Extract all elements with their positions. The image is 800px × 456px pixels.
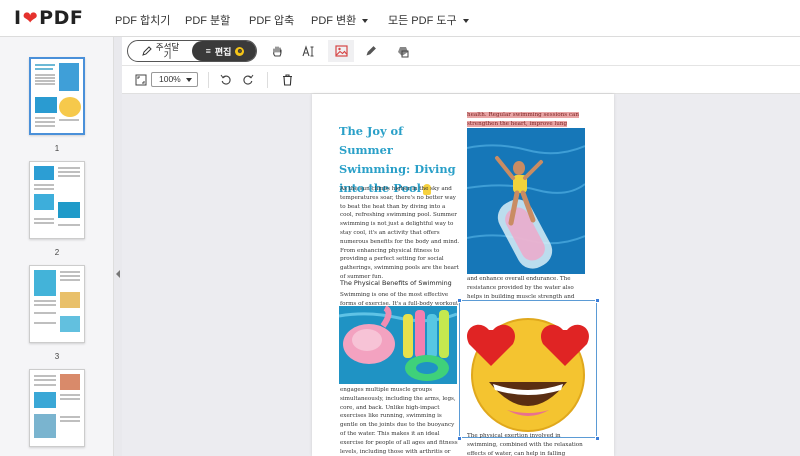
edit-toolbar: 주석달기 ≡ 편집 ☻ [122,37,800,66]
trash-icon [282,74,292,86]
fit-page-icon [135,74,147,86]
resize-handle-bottom-right[interactable] [595,436,600,441]
rotate-right-button[interactable] [237,69,259,91]
rotate-left-icon [220,74,231,85]
chevron-down-icon [362,19,369,24]
intro-paragraph[interactable]: As the sun climbs higher in the sky and … [340,185,460,282]
logo-text-pdf: PDF [39,7,84,29]
chevron-down-icon [186,78,192,82]
draw-tool-button[interactable] [360,40,382,62]
shape-tool-button[interactable] [390,40,416,62]
page-number-3: 3 [54,352,60,361]
pdf-page[interactable]: The Joy of Summer Swimming: Diving into … [312,94,614,456]
image-selection-frame[interactable] [459,300,597,438]
text-tool-icon [302,44,314,56]
section-heading[interactable]: The Physical Benefits of Swimming [340,279,452,287]
pool-floats-image [339,306,457,384]
nav-compress-pdf[interactable]: PDF 압축 [249,12,294,28]
pen-icon [366,46,376,56]
toolbar-divider [267,72,268,88]
resize-handle-bottom-left[interactable] [457,436,462,441]
right-bottom-paragraph[interactable]: The physical exertion involved in swimmi… [467,432,585,456]
flamingo-float-photo[interactable] [339,306,457,384]
view-toolbar: 100% [122,66,800,94]
mode-toggle: 주석달기 ≡ 편집 ☻ [127,40,257,62]
edit-lines-icon: ≡ [205,46,211,56]
page-thumbnail-4[interactable] [29,369,85,447]
image-tool-button[interactable] [328,40,354,62]
eraser-icon [397,46,408,57]
pool-float-woman-image [467,128,585,274]
rotate-left-button[interactable] [215,69,237,91]
nav-all-tools[interactable]: 모든 PDF 도구 [388,12,469,28]
chevron-down-icon [462,19,469,24]
pencil-icon [141,46,152,56]
fit-page-button[interactable] [130,69,152,91]
left-bottom-paragraph[interactable]: engages multiple muscle groups simultane… [340,386,458,456]
page-thumbnail-sidebar: 1 2 3 [0,37,114,456]
document-canvas[interactable]: The Joy of Summer Swimming: Diving into … [122,94,800,456]
nav-convert-pdf[interactable]: PDF 변환 [311,12,369,28]
annotate-mode-button[interactable]: 주석달기 [128,41,194,61]
nav-split-pdf[interactable]: PDF 분할 [185,12,230,28]
heart-icon: ❤ [22,7,39,29]
top-navigation: I ❤ PDF PDF 합치기 PDF 분할 PDF 압축 PDF 변환 모든 … [0,0,800,37]
page-number-2: 2 [54,248,60,257]
ilovepdf-logo[interactable]: I ❤ PDF [14,7,83,29]
sidebar-collapse-handle[interactable] [114,265,122,283]
page-number-1: 1 [54,144,60,153]
page-thumbnail-3[interactable] [29,265,85,343]
zoom-select[interactable]: 100% [151,72,198,87]
text-tool-button[interactable] [298,40,320,62]
logo-text-i: I [14,7,22,29]
image-tool-icon [334,45,348,57]
hand-icon [272,45,282,57]
toolbar-divider [208,72,209,88]
resize-handle-top-left[interactable] [457,298,462,303]
page-thumbnail-2[interactable] [29,161,85,239]
rotate-right-icon [243,74,254,85]
delete-page-button[interactable] [276,69,298,91]
woman-pool-photo[interactable] [467,128,585,274]
nav-merge-pdf[interactable]: PDF 합치기 [115,12,170,28]
hand-tool-button[interactable] [266,40,288,62]
edit-mode-button[interactable]: ≡ 편집 ☻ [192,41,256,61]
smiley-badge-icon: ☻ [235,46,245,56]
resize-handle-top-right[interactable] [595,298,600,303]
page-thumbnail-1[interactable] [29,57,85,135]
